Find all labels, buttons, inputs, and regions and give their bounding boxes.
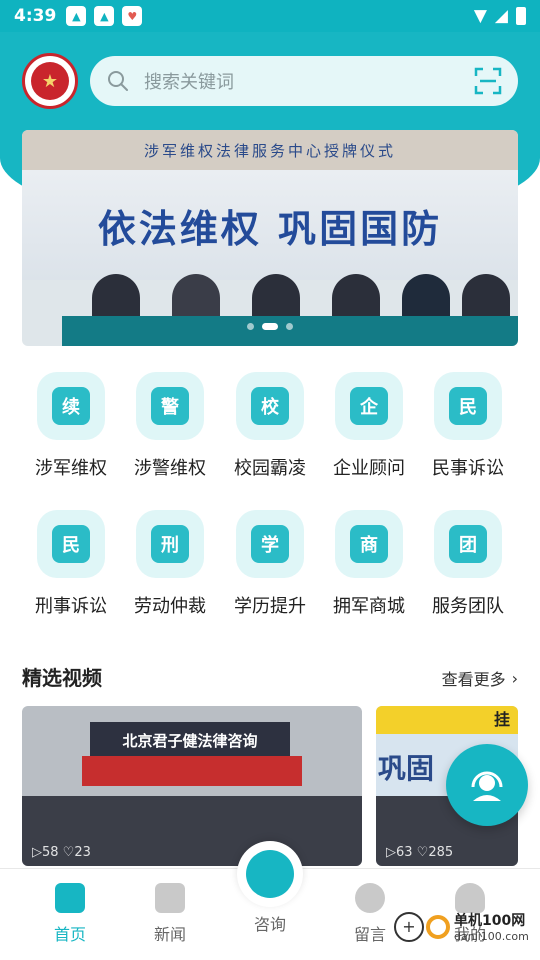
service-item-civil-litigation[interactable]: 民 民事诉讼 bbox=[418, 372, 518, 480]
criminal-case-icon: 民 bbox=[37, 510, 105, 578]
tab-home[interactable]: 首页 bbox=[25, 883, 115, 945]
banner-dot-active[interactable] bbox=[262, 323, 278, 330]
logo-star-icon: ★ bbox=[41, 70, 59, 92]
watermark: + 单机100网 danji100.com bbox=[394, 910, 529, 943]
app-logo: ★ bbox=[22, 53, 78, 109]
labor-glyph: 刑 bbox=[151, 525, 189, 563]
scan-icon[interactable] bbox=[474, 67, 502, 95]
military-rights-glyph: 续 bbox=[52, 387, 90, 425]
customer-service-fab[interactable] bbox=[446, 744, 528, 826]
civil-glyph: 民 bbox=[449, 387, 487, 425]
video-stats: ▷58 ♡23 bbox=[32, 845, 91, 860]
team-glyph: 团 bbox=[449, 525, 487, 563]
section-title-videos: 精选视频 bbox=[22, 666, 102, 690]
service-team-icon: 团 bbox=[434, 510, 502, 578]
watermark-text: 单机100网 danji100.com bbox=[454, 910, 529, 943]
tab-label: 咨询 bbox=[253, 915, 286, 934]
student-icon: 校 bbox=[236, 372, 304, 440]
video-top-text: 挂 bbox=[376, 706, 518, 734]
headset-icon bbox=[471, 771, 503, 801]
watermark-plus-icon: + bbox=[394, 911, 424, 942]
status-right: ▼ ◢ bbox=[474, 6, 526, 26]
banner-people bbox=[52, 264, 518, 324]
service-label: 学历提升 bbox=[234, 596, 306, 617]
video-red-banner bbox=[82, 756, 302, 786]
mall-glyph: 商 bbox=[350, 525, 388, 563]
chevron-right-icon: › bbox=[511, 668, 518, 688]
enterprise-book-icon: 企 bbox=[335, 372, 403, 440]
service-item-school-bullying[interactable]: 校 校园霸凌 bbox=[220, 372, 320, 480]
consult-person-icon bbox=[246, 850, 294, 898]
video-stats: ▷63 ♡285 bbox=[386, 845, 454, 860]
battery-icon bbox=[516, 7, 526, 25]
home-book-icon bbox=[55, 883, 85, 913]
service-label: 校园霸凌 bbox=[234, 458, 306, 479]
service-item-enterprise-advisor[interactable]: 企 企业顾问 bbox=[319, 372, 419, 480]
search-placeholder[interactable]: 搜索关键词 bbox=[144, 68, 474, 94]
logo-emblem: ★ bbox=[31, 62, 69, 100]
service-label: 拥军商城 bbox=[333, 596, 405, 617]
enterprise-glyph: 企 bbox=[350, 387, 388, 425]
service-item-service-team[interactable]: 团 服务团队 bbox=[418, 510, 518, 618]
banner-desk bbox=[62, 316, 518, 346]
tab-label: 新闻 bbox=[153, 925, 186, 944]
banner-dot[interactable] bbox=[286, 323, 293, 330]
service-label: 劳动仲裁 bbox=[134, 596, 206, 617]
signal-icon: ◢ bbox=[494, 6, 508, 26]
service-label: 刑事诉讼 bbox=[35, 596, 107, 617]
status-time: 4:39 bbox=[14, 6, 57, 26]
watermark-circle-icon bbox=[426, 914, 450, 939]
service-item-military-rights[interactable]: 续 涉军维权 bbox=[21, 372, 121, 480]
banner-dot[interactable] bbox=[247, 323, 254, 330]
car-notification-icon: ▲ bbox=[66, 6, 87, 26]
status-bar: 4:39 ▲ ▲ ♥ ▼ ◢ bbox=[0, 0, 540, 32]
education-glyph: 学 bbox=[251, 525, 289, 563]
criminal-glyph: 民 bbox=[52, 525, 90, 563]
watermark-name: 单机100网 bbox=[454, 913, 526, 929]
military-rights-icon: 续 bbox=[37, 372, 105, 440]
service-item-mall[interactable]: 商 拥军商城 bbox=[319, 510, 419, 618]
tab-consult[interactable]: 咨询 bbox=[225, 841, 315, 935]
student-glyph: 校 bbox=[251, 387, 289, 425]
service-label: 服务团队 bbox=[432, 596, 504, 617]
banner-carousel[interactable]: 涉军维权法律服务中心授牌仪式 依法维权 巩固国防 bbox=[22, 130, 518, 346]
video-sign-text: 北京君子健法律咨询 bbox=[90, 722, 290, 758]
service-label: 涉警维权 bbox=[134, 458, 206, 479]
service-item-education[interactable]: 学 学历提升 bbox=[220, 510, 320, 618]
civil-book-icon: 民 bbox=[434, 372, 502, 440]
service-label: 民事诉讼 bbox=[432, 458, 504, 479]
search-icon bbox=[108, 71, 128, 91]
police-car-icon: 警 bbox=[136, 372, 204, 440]
education-house-icon: 学 bbox=[236, 510, 304, 578]
news-icon bbox=[155, 883, 185, 913]
see-more-link[interactable]: 查看更多 › bbox=[442, 666, 518, 690]
tab-news[interactable]: 新闻 bbox=[125, 883, 215, 945]
banner-headline: 依法维权 巩固国防 bbox=[97, 206, 443, 251]
service-item-criminal-litigation[interactable]: 民 刑事诉讼 bbox=[21, 510, 121, 618]
watermark-url: danji100.com bbox=[454, 930, 529, 943]
chat-bubble-icon bbox=[355, 883, 385, 913]
consult-bubble bbox=[237, 841, 303, 907]
service-label: 涉军维权 bbox=[35, 458, 107, 479]
service-item-labor-arbitration[interactable]: 刑 劳动仲裁 bbox=[120, 510, 220, 618]
service-label: 企业顾问 bbox=[333, 458, 405, 479]
service-item-police-rights[interactable]: 警 涉警维权 bbox=[120, 372, 220, 480]
banner-dots bbox=[22, 323, 518, 330]
tab-label: 首页 bbox=[53, 925, 86, 944]
mall-document-icon: 商 bbox=[335, 510, 403, 578]
banner-top-text: 涉军维权法律服务中心授牌仪式 bbox=[22, 130, 518, 170]
wifi-icon: ▼ bbox=[473, 6, 487, 26]
app-notification-icon: ♥ bbox=[122, 6, 143, 26]
tab-label: 留言 bbox=[353, 925, 386, 944]
labor-arbitration-icon: 刑 bbox=[136, 510, 204, 578]
search-bar[interactable]: 搜索关键词 bbox=[90, 56, 518, 106]
car-notification-icon-2: ▲ bbox=[94, 6, 115, 26]
see-more-label[interactable]: 查看更多 bbox=[442, 666, 506, 690]
person-icon bbox=[455, 883, 485, 913]
police-car-glyph: 警 bbox=[151, 387, 189, 425]
